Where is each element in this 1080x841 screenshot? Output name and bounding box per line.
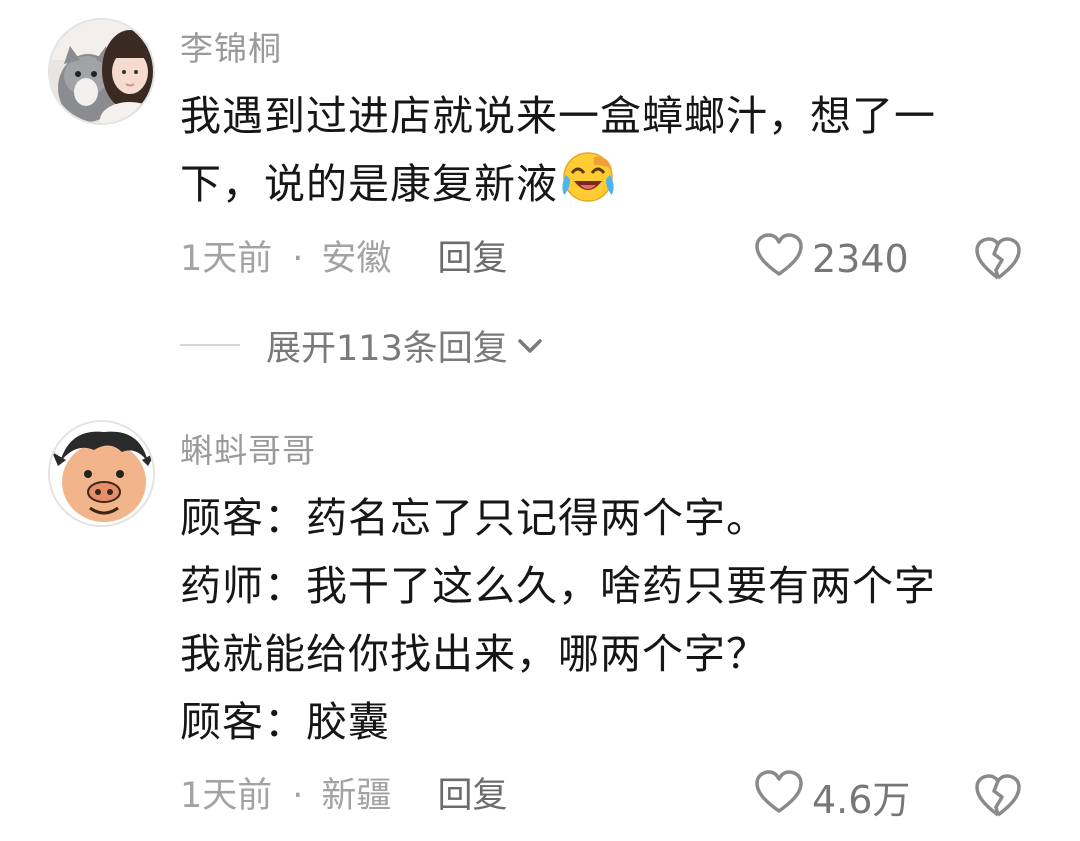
avatar[interactable]: [48, 18, 155, 125]
comment-line: 下，说的是康复新液: [180, 150, 1010, 218]
separator: ·: [292, 239, 304, 279]
like-count: 4.6万: [812, 777, 911, 822]
timestamp: 1天前: [180, 239, 273, 279]
reply-button[interactable]: 回复: [437, 239, 507, 279]
reply-button[interactable]: 回复: [437, 776, 507, 816]
comment-meta: 1天前 · 新疆 回复: [180, 771, 507, 821]
location: 安徽: [321, 239, 392, 279]
comment-line-text: 下，说的是康复新液: [180, 160, 558, 208]
expand-replies-label: 展开113条回复: [266, 328, 508, 369]
chevron-down-icon: [508, 325, 544, 365]
broken-heart-icon: [974, 237, 1022, 286]
like-button[interactable]: 2340: [754, 232, 909, 287]
comment-line: 我遇到过进店就说来一盒蟑螂汁，想了一: [180, 92, 936, 140]
heart-icon: [754, 769, 812, 824]
divider: [180, 344, 240, 346]
username[interactable]: 李锦桐: [180, 22, 282, 70]
location: 新疆: [321, 776, 392, 816]
like-button[interactable]: 4.6万: [754, 769, 911, 824]
username[interactable]: 蝌蚪哥哥: [180, 424, 316, 472]
comment-meta: 1天前 · 安徽 回复: [180, 234, 507, 284]
heart-icon: [754, 232, 812, 287]
broken-heart-icon: [974, 774, 1022, 823]
laughing-crying-emoji-icon: [560, 151, 616, 223]
like-count: 2340: [812, 237, 909, 281]
comment-line: 顾客：胶囊: [180, 698, 390, 746]
comment-line: 药师：我干了这么久，啥药只要有两个字: [180, 562, 936, 610]
comment-line: 顾客：药名忘了只记得两个字。: [180, 494, 768, 542]
comment-text: 我遇到过进店就说来一盒蟑螂汁，想了一 下，说的是康复新液: [180, 82, 1010, 218]
separator: ·: [292, 776, 304, 816]
dislike-button[interactable]: [974, 236, 1022, 284]
dislike-button[interactable]: [974, 773, 1022, 821]
comment-line: 我就能给你找出来，哪两个字？: [180, 630, 768, 678]
avatar[interactable]: [48, 420, 155, 527]
comment-text: 顾客：药名忘了只记得两个字。 药师：我干了这么久，啥药只要有两个字 我就能给你找…: [180, 484, 1010, 756]
timestamp: 1天前: [180, 776, 273, 816]
expand-replies-button[interactable]: 展开113条回复: [180, 320, 544, 370]
